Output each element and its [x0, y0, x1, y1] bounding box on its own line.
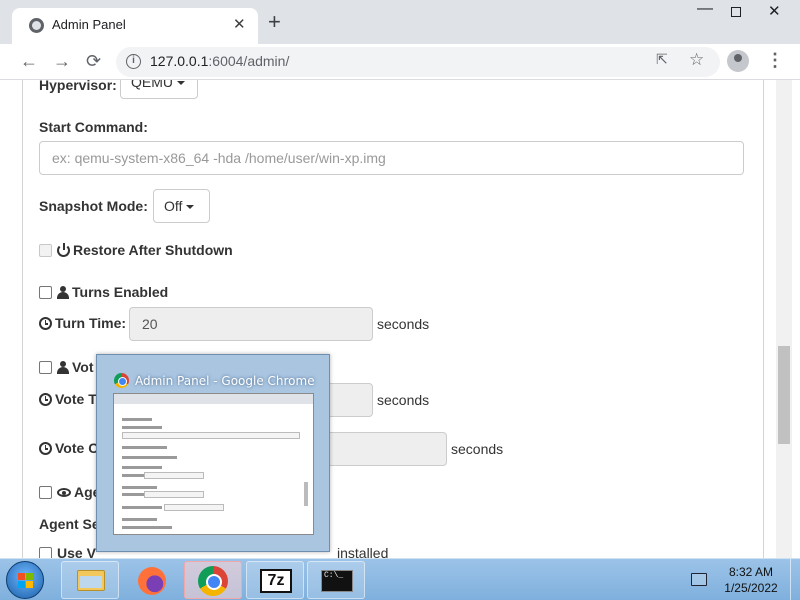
mini-line	[122, 418, 152, 421]
share-icon[interactable]: ⇱	[656, 51, 668, 68]
browser-titlebar: Admin Panel ✕ + — ✕	[0, 0, 800, 44]
start-command-input[interactable]: ex: qemu-system-x86_64 -hda /home/user/w…	[39, 141, 744, 175]
chrome-icon	[114, 373, 129, 388]
command-prompt-icon: C:\_	[321, 570, 353, 592]
clock-date[interactable]: 1/25/2022	[716, 581, 786, 595]
url-text[interactable]: 127.0.0.1:6004/admin/	[150, 53, 289, 69]
mini-scrollbar	[304, 482, 308, 506]
use-label: Use V	[57, 545, 96, 558]
votes-enabled-checkbox[interactable]	[39, 361, 52, 374]
use-checkbox[interactable]	[39, 547, 52, 558]
tab-title: Admin Panel	[52, 17, 126, 32]
taskbar-command-prompt[interactable]: C:\_	[307, 561, 365, 599]
preview-title: Admin Panel - Google Chrome	[135, 374, 315, 388]
profile-avatar-icon[interactable]	[727, 50, 749, 72]
start-button[interactable]	[6, 561, 44, 599]
back-button[interactable]: ←	[20, 50, 38, 72]
vote-cooldown-label: Vote C	[39, 440, 98, 456]
hypervisor-label: Hypervisor:	[39, 80, 117, 93]
snapshot-mode-dropdown[interactable]: Off	[153, 189, 210, 223]
start-command-label: Start Command:	[39, 119, 148, 135]
bookmark-star-icon[interactable]: ☆	[689, 50, 704, 70]
scrollbar-thumb[interactable]	[778, 346, 790, 444]
7zip-icon: 7z	[260, 569, 292, 593]
address-bar[interactable]: i 127.0.0.1:6004/admin/ ⇱ ☆	[116, 47, 720, 77]
clock-icon	[39, 393, 52, 406]
mini-line	[122, 506, 162, 509]
preview-thumbnail-image	[113, 393, 314, 535]
agent-label: Age	[57, 484, 100, 500]
reload-button[interactable]: ⟳	[86, 50, 101, 72]
turn-time-unit: seconds	[377, 316, 430, 332]
taskbar-7zip[interactable]: 7z	[246, 561, 304, 599]
chrome-icon	[198, 566, 228, 596]
new-tab-button[interactable]: +	[268, 11, 281, 33]
agent-settings-heading: Agent Se	[39, 516, 100, 532]
folder-icon	[77, 570, 105, 591]
taskbar-firefox[interactable]	[123, 561, 181, 599]
vote-time-label: Vote T	[39, 391, 97, 407]
caret-down-icon	[177, 81, 185, 86]
vote-cooldown-unit: seconds	[451, 441, 504, 457]
mini-box	[122, 432, 300, 439]
page-scrollbar[interactable]	[776, 80, 792, 558]
taskbar-chrome[interactable]	[184, 561, 242, 599]
user-icon	[57, 286, 69, 299]
mini-line	[122, 518, 157, 521]
windows-taskbar: 7z C:\_ 8:32 AM 1/25/2022	[0, 558, 800, 600]
close-window-button[interactable]: ✕	[768, 2, 781, 20]
mini-box	[144, 491, 204, 498]
forward-button[interactable]: →	[53, 50, 71, 72]
clock-icon	[39, 442, 52, 455]
mini-line	[122, 456, 177, 459]
hypervisor-dropdown[interactable]: QEMU	[120, 80, 198, 99]
globe-icon	[29, 18, 44, 33]
eye-icon	[57, 488, 71, 497]
snapshot-mode-label: Snapshot Mode:	[39, 198, 148, 214]
mini-line	[122, 466, 162, 469]
caret-down-icon	[186, 205, 195, 210]
mini-box	[144, 472, 204, 479]
firefox-icon	[138, 567, 166, 595]
tab-close-icon[interactable]: ✕	[233, 15, 246, 33]
windows-logo-icon	[18, 573, 34, 589]
maximize-button[interactable]	[731, 7, 741, 17]
clock-time[interactable]: 8:32 AM	[721, 565, 781, 579]
restore-after-shutdown-checkbox[interactable]	[39, 244, 52, 257]
turns-enabled-checkbox[interactable]	[39, 286, 52, 299]
chrome-menu-icon[interactable]: ⋮	[766, 50, 784, 71]
installed-text: installed	[337, 545, 389, 558]
mini-line	[122, 526, 172, 529]
votes-enabled-label: Vot	[57, 359, 94, 375]
turns-enabled-label: Turns Enabled	[57, 284, 168, 300]
mini-toolbar	[114, 404, 313, 412]
turn-time-input[interactable]: 20	[129, 307, 373, 341]
browser-toolbar: ← → ⟳ i 127.0.0.1:6004/admin/ ⇱ ☆ ⋮	[0, 44, 800, 80]
taskbar-file-explorer[interactable]	[61, 561, 119, 599]
vote-time-unit: seconds	[377, 392, 430, 408]
minimize-button[interactable]: —	[697, 0, 713, 18]
mini-box	[164, 504, 224, 511]
taskbar-thumbnail-preview[interactable]: Admin Panel - Google Chrome	[96, 354, 330, 552]
tray-network-icon[interactable]	[691, 573, 707, 586]
user-icon	[57, 361, 69, 374]
mini-line	[122, 446, 167, 449]
mini-line	[122, 426, 162, 429]
site-info-icon[interactable]: i	[126, 54, 141, 69]
clock-icon	[39, 317, 52, 330]
mini-line	[122, 486, 157, 489]
tab-admin-panel[interactable]: Admin Panel ✕	[12, 8, 258, 44]
turn-time-label: Turn Time:	[39, 315, 126, 331]
agent-checkbox[interactable]	[39, 486, 52, 499]
power-icon	[57, 243, 70, 257]
restore-after-shutdown-label: Restore After Shutdown	[57, 242, 233, 258]
show-desktop-button[interactable]	[790, 559, 800, 600]
